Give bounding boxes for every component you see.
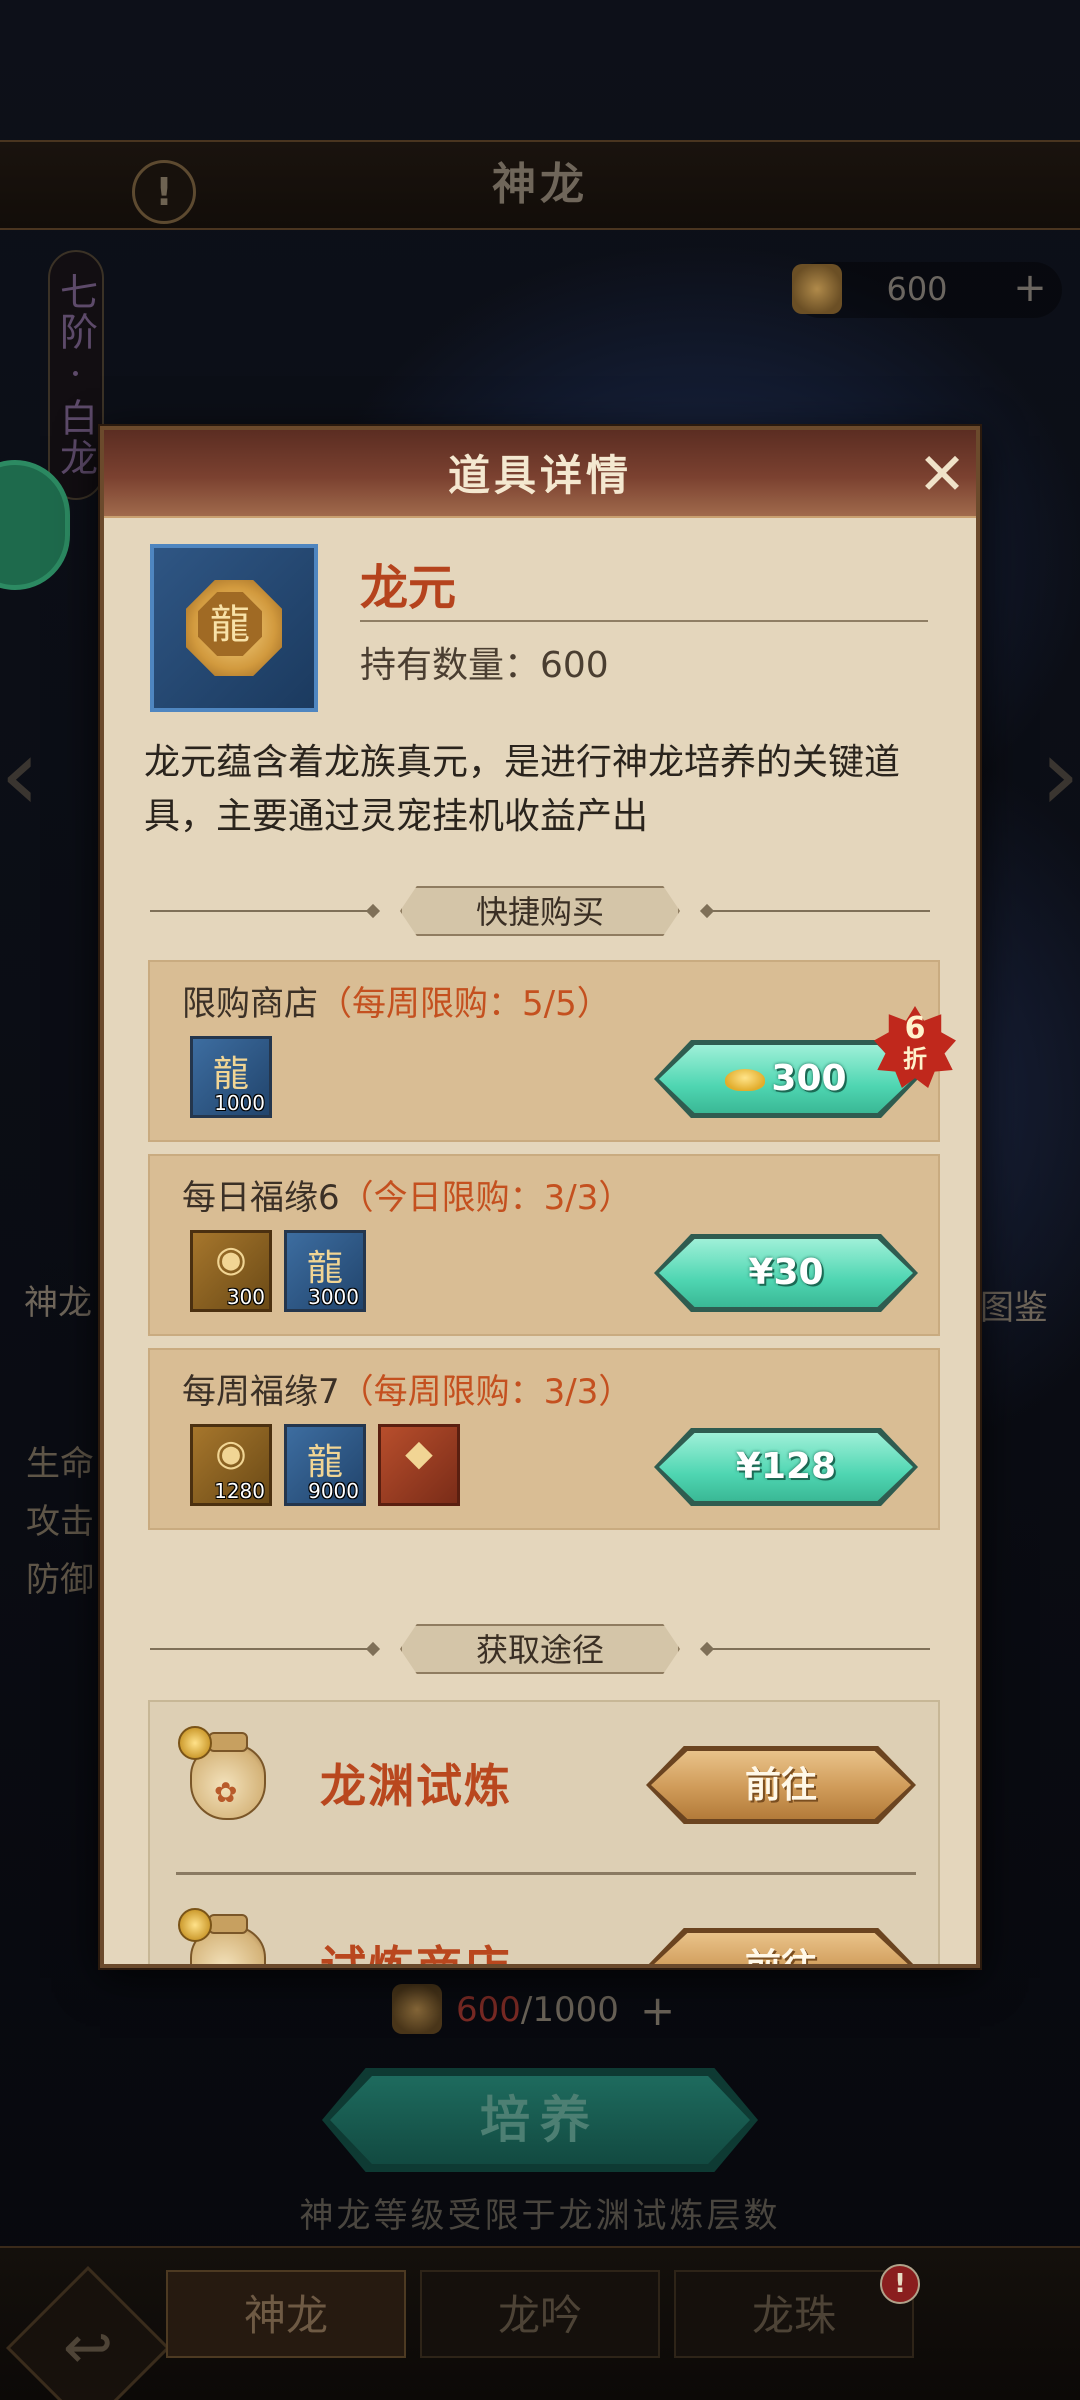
add-essence-button[interactable]: +: [640, 1986, 675, 2035]
item-quantity: 持有数量：600: [360, 645, 609, 686]
discount-label: 6 折: [903, 1011, 927, 1074]
dragon-essence-icon: [392, 1984, 442, 2034]
item-name: 龙元: [360, 560, 457, 616]
goto-button[interactable]: 前往: [646, 1746, 916, 1824]
shop-title: 每周福缘7（每周限购：3/3）: [182, 1372, 633, 1412]
essence-counter: 600/1000 +: [392, 1982, 692, 2038]
reward-item-gold-ingot[interactable]: ◉ 300: [190, 1230, 272, 1312]
gold-ingot-icon: [725, 1069, 766, 1091]
sources-list: ✿ 龙渊试炼 前往 试炼商店 前往: [148, 1700, 940, 1968]
essence-counter-value: 600/1000: [456, 1990, 619, 2030]
crystal-icon: ◆: [405, 1433, 433, 1474]
source-name: 龙渊试炼: [320, 1759, 512, 1813]
dragon-essence-icon: 龍: [306, 1248, 343, 1289]
tab-longyin[interactable]: 龙吟: [420, 2270, 660, 2358]
dragon-glyph-icon: 龍: [210, 602, 250, 648]
back-arrow-icon: ↩: [62, 2313, 114, 2383]
item-divider: [360, 620, 928, 622]
source-divider: [176, 1872, 916, 1875]
item-description: 龙元蕴含着龙族真元，是进行神龙培养的关键道具，主要通过灵宠挂机收益产出: [144, 742, 901, 837]
reward-item-red-crystal[interactable]: ◆: [378, 1424, 460, 1506]
close-icon[interactable]: ✕: [912, 444, 972, 504]
gold-ingot-icon: ◉: [215, 1433, 247, 1474]
reward-item-dragon-essence[interactable]: 龍 9000: [284, 1424, 366, 1506]
train-button[interactable]: 培养: [330, 2076, 750, 2164]
goto-button[interactable]: 前往: [646, 1928, 916, 1964]
buy-button[interactable]: ¥30: [654, 1234, 918, 1312]
loot-bag-icon: ✿: [178, 1726, 276, 1822]
item-detail-dialog: 道具详情 ✕ 龍 龙元 持有数量：600 龙元蕴含着龙族真元，是进行神龙培养的关…: [100, 426, 980, 1968]
alert-badge: !: [880, 2264, 920, 2304]
shop-title: 限购商店（每周限购：5/5）: [182, 984, 611, 1024]
tab-longzhu[interactable]: 龙珠: [674, 2270, 914, 2358]
sources-header: 获取途径: [150, 1624, 930, 1674]
train-note: 神龙等级受限于龙渊试炼层数: [299, 2196, 781, 2236]
tab-shenlong[interactable]: 神龙: [166, 2270, 406, 2358]
shop-row-daily: 每日福缘6（今日限购：3/3） ◉ 300 龍 3000 ¥30: [148, 1154, 940, 1336]
quick-buy-label: 快捷购买: [400, 886, 680, 936]
right-side-label[interactable]: 图鉴: [980, 1280, 1048, 1329]
dragon-essence-icon: 龍: [306, 1442, 343, 1483]
next-arrow-icon[interactable]: ›: [1040, 720, 1080, 830]
reward-item-dragon-essence[interactable]: 龍 3000: [284, 1230, 366, 1312]
source-name: 试炼商店: [320, 1941, 512, 1968]
dragon-essence-icon: 龍: [212, 1054, 249, 1095]
shop-title: 每日福缘6（今日限购：3/3）: [182, 1178, 633, 1218]
shop-row-limited: 限购商店（每周限购：5/5） 龍 1000 300 6 折: [148, 960, 956, 1142]
currency-value: 600: [886, 270, 948, 308]
buy-button[interactable]: ¥128: [654, 1428, 918, 1506]
loot-bag-icon: [178, 1908, 276, 1964]
shop-row-weekly: 每周福缘7（每周限购：3/3） ◉ 1280 龍 9000 ◆ ¥128: [148, 1348, 940, 1530]
prev-arrow-icon[interactable]: ‹: [0, 720, 40, 830]
sources-label: 获取途径: [400, 1624, 680, 1674]
left-side-label[interactable]: 神龙: [24, 1275, 92, 1324]
paw-icon: ✿: [214, 1776, 238, 1809]
stat-defense: 防御: [26, 1560, 94, 1600]
stats-list: 生命 攻击 防御: [26, 1435, 94, 1609]
stat-attack: 攻击: [26, 1502, 94, 1542]
quick-buy-header: 快捷购买: [150, 886, 930, 936]
exclamation-icon: !: [155, 170, 173, 214]
dragon-essence-icon: [792, 264, 842, 314]
currency-display: 600 +: [792, 262, 1062, 318]
add-currency-button[interactable]: +: [1008, 268, 1052, 312]
reward-item-gold-ingot[interactable]: ◉ 1280: [190, 1424, 272, 1506]
stat-hp: 生命: [26, 1444, 94, 1484]
gold-ingot-icon: ◉: [215, 1239, 247, 1280]
dialog-title: 道具详情: [447, 451, 632, 500]
reward-item-dragon-essence[interactable]: 龍 1000: [190, 1036, 272, 1118]
rank-tag: 七阶·白龙: [48, 250, 104, 500]
